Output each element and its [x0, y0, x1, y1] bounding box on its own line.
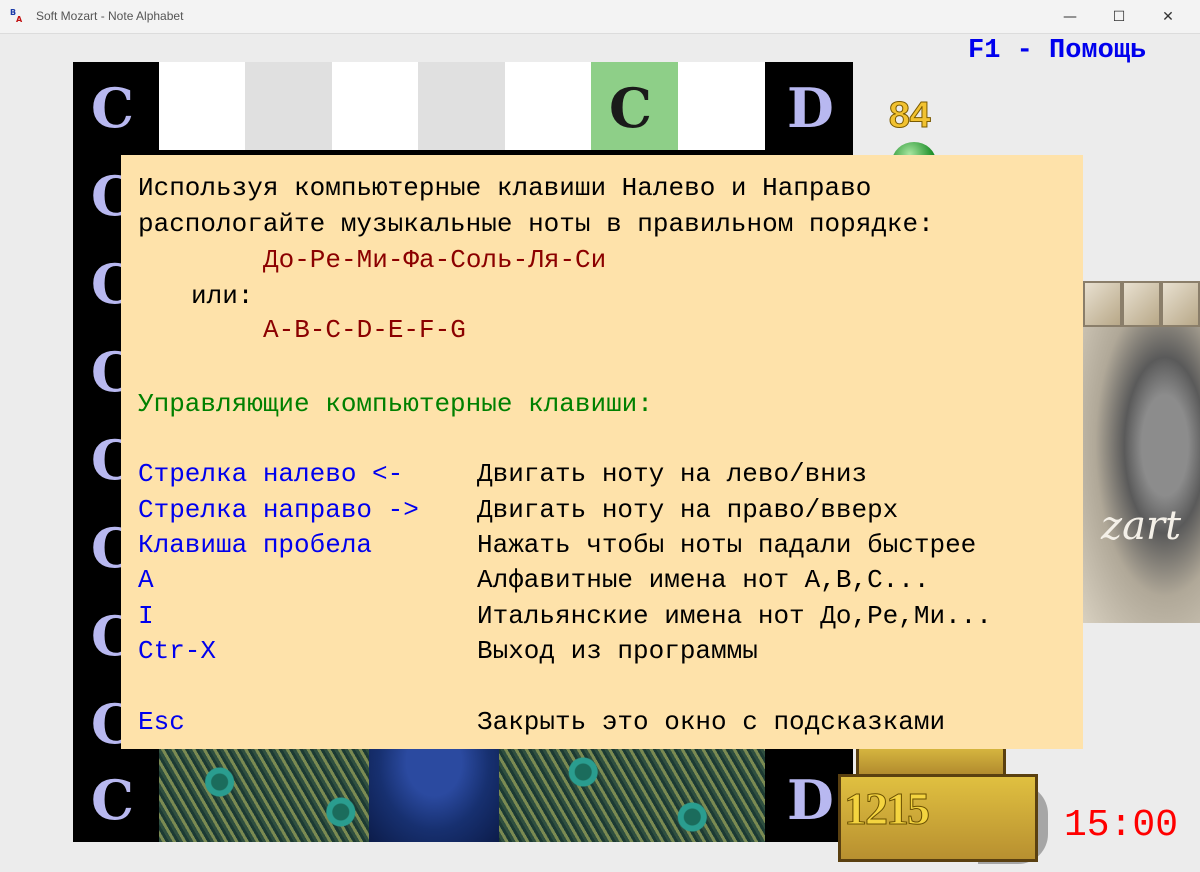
control-key: Стрелка налево <- — [138, 459, 404, 489]
help-controls-header: Управляющие компьютерные клавиши: — [138, 389, 653, 419]
portrait-tile — [1122, 281, 1161, 327]
esc-key: Esc — [138, 707, 185, 737]
help-intro-line1: Используя компьютерные клавиши Налево и … — [138, 173, 872, 203]
track-cell — [505, 62, 591, 150]
app-icon-letter-a: A — [16, 15, 23, 24]
right-note-letter: D — [787, 768, 834, 832]
portrait-tile — [1161, 281, 1200, 327]
window-title: Soft Mozart - Note Alphabet — [36, 9, 184, 23]
note-track: C — [159, 62, 765, 150]
control-action: Итальянские имена нот До,Ре,Ми... — [477, 601, 992, 631]
app-icon: B A — [10, 9, 26, 25]
control-action: Двигать ноту на лево/вниз — [477, 459, 868, 489]
control-key: Ctr-X — [138, 636, 217, 666]
mozart-portrait: zart — [1083, 281, 1200, 623]
help-alphabet: A-B-C-D-E-F-G — [263, 315, 466, 345]
minimize-button[interactable]: — — [1047, 0, 1093, 34]
control-key: Клавиша пробела — [138, 530, 373, 560]
control-key: A — [138, 565, 154, 595]
right-note-letter: D — [787, 76, 834, 140]
game-area: F1 - Помощь C C C C C C C C C C D D 84 z… — [0, 34, 1200, 872]
help-solfege: До-Ре-Ми-Фа-Соль-Ля-Си — [263, 245, 607, 275]
help-or: или: — [191, 281, 254, 311]
left-note-letter: C — [91, 76, 134, 140]
help-intro-line2: распологайте музыкальные ноты в правильн… — [138, 209, 934, 239]
control-action: Двигать ноту на право/вверх — [477, 495, 899, 525]
help-link[interactable]: F1 - Помощь — [968, 36, 1146, 66]
maximize-button[interactable]: ☐ — [1096, 0, 1142, 34]
portrait-tile — [1083, 281, 1122, 327]
peacock-body — [369, 742, 499, 842]
peacock-background-image — [159, 742, 765, 842]
portrait-tiles — [1083, 281, 1200, 327]
maximize-icon: ☐ — [1112, 9, 1126, 25]
close-button[interactable]: ✕ — [1145, 0, 1191, 34]
timer: 15:00 — [1064, 804, 1179, 847]
control-action: Нажать чтобы ноты падали быстрее — [477, 530, 977, 560]
control-action: Выход из программы — [477, 636, 758, 666]
track-cell — [332, 62, 418, 150]
control-key: Стрелка направо -> — [138, 495, 419, 525]
portrait-signature: zart — [1101, 503, 1182, 549]
track-cell — [245, 62, 332, 150]
close-icon: ✕ — [1162, 9, 1174, 25]
track-cell — [418, 62, 505, 150]
score-counter: 84 — [888, 96, 933, 140]
highlighted-note-cell: C — [591, 62, 678, 150]
minimize-icon: — — [1063, 9, 1077, 25]
chest-score: 1215 — [844, 783, 931, 835]
esc-action: Закрыть это окно с подсказками — [477, 707, 946, 737]
falling-note-letter: C — [609, 76, 652, 140]
track-cell — [159, 62, 245, 150]
track-cell — [678, 62, 765, 150]
left-note-letter: C — [91, 768, 134, 832]
window-titlebar[interactable]: B A Soft Mozart - Note Alphabet — ☐ ✕ — [0, 0, 1200, 34]
control-key: I — [138, 601, 154, 631]
portrait-image — [1083, 327, 1200, 623]
help-dialog[interactable]: Используя компьютерные клавиши Налево и … — [121, 155, 1083, 749]
control-action: Алфавитные имена нот A,B,C... — [477, 565, 930, 595]
